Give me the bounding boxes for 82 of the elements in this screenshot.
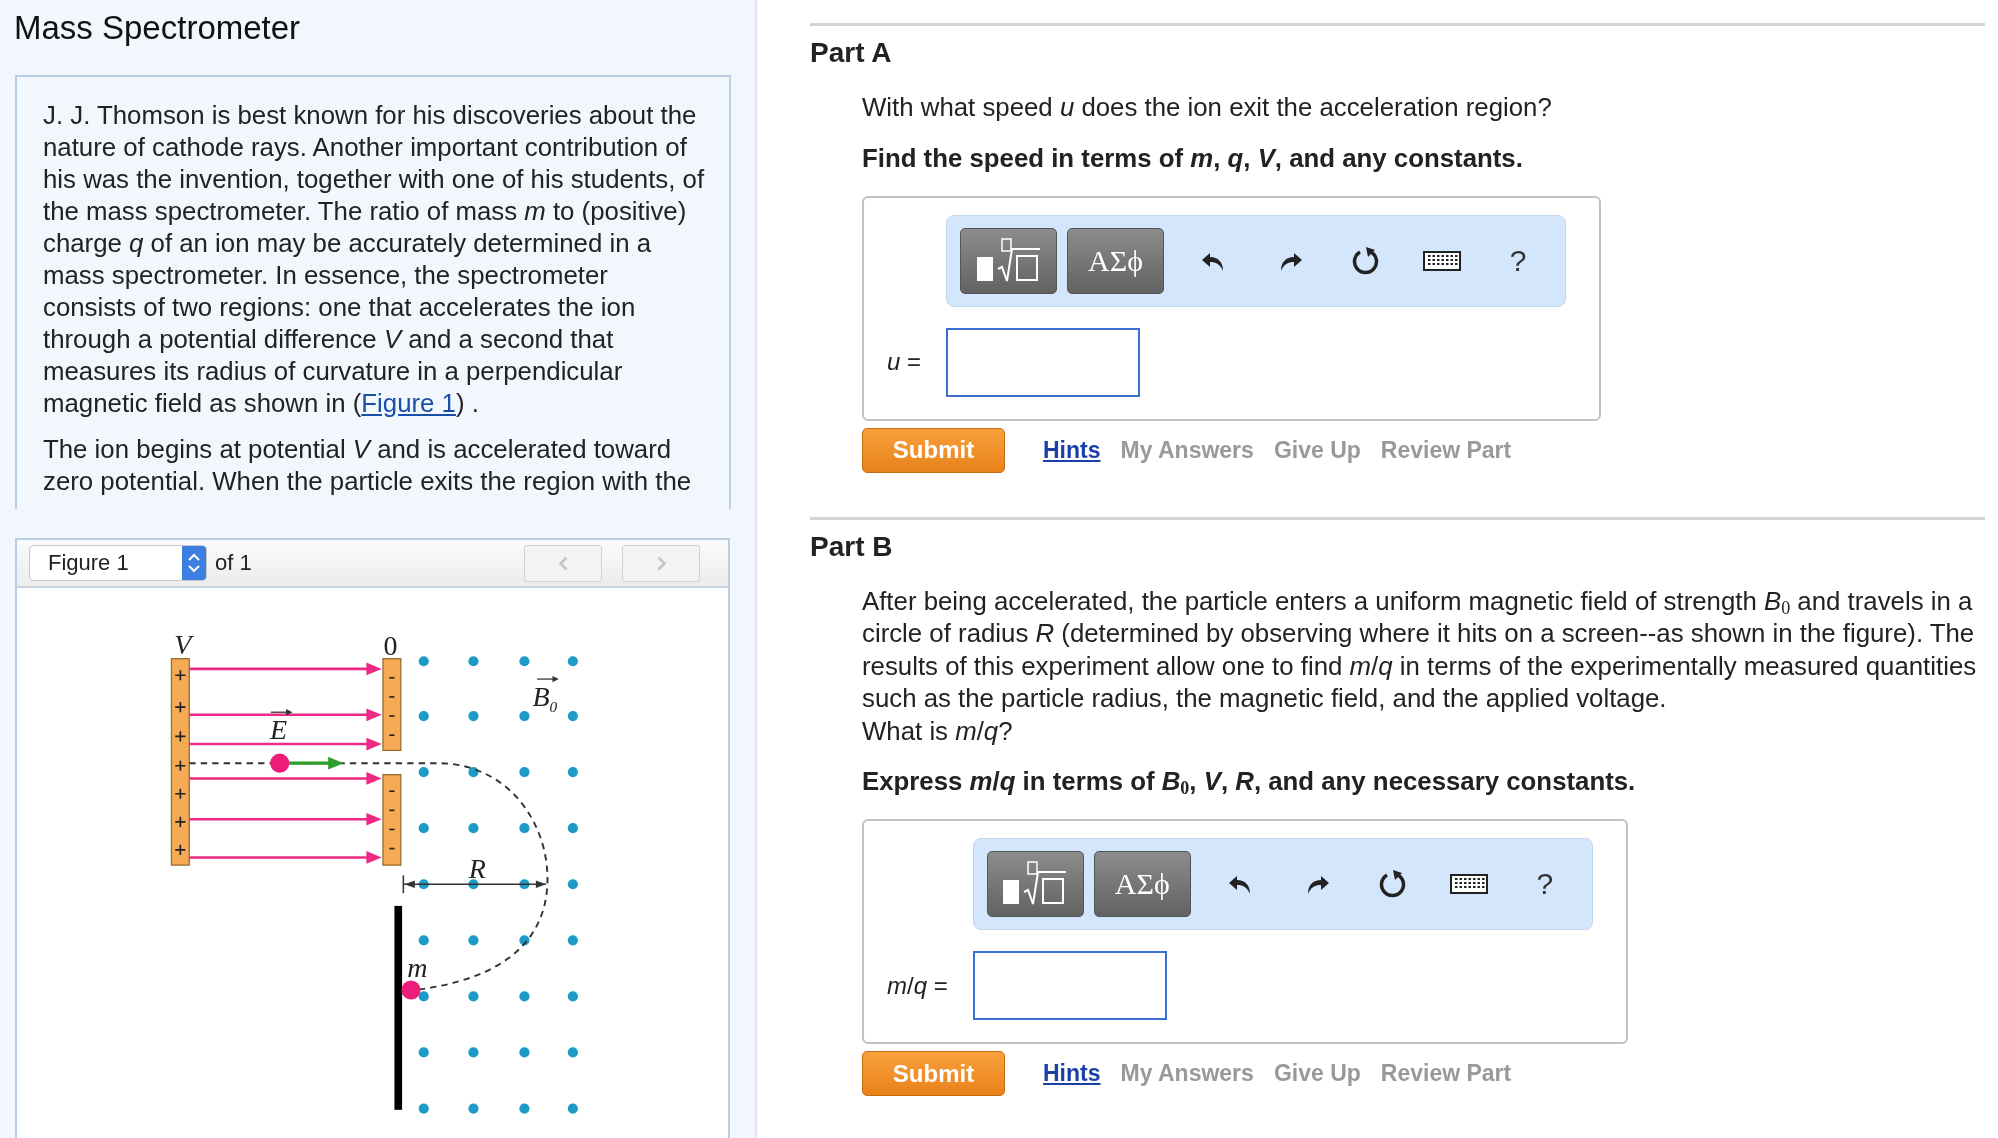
field-dot xyxy=(418,823,429,834)
field-dot xyxy=(519,1103,530,1114)
keyboard-icon[interactable] xyxy=(1449,872,1488,896)
figure-label: 0 xyxy=(383,629,398,661)
symbols-button[interactable]: ΑΣϕ xyxy=(1093,851,1191,917)
figure-label: E xyxy=(269,713,288,745)
field-dot xyxy=(567,823,578,834)
template-button[interactable] xyxy=(986,851,1084,917)
velocity-arrow xyxy=(287,756,344,770)
vector-arrow-icon xyxy=(270,709,293,716)
figure-label: R xyxy=(468,852,486,884)
part-title: Part B xyxy=(810,530,893,563)
question-text: What is m/q? xyxy=(862,715,1014,747)
field-dot xyxy=(418,656,429,667)
field-dot xyxy=(519,1047,530,1058)
field-dot xyxy=(567,656,578,667)
field-dot xyxy=(468,656,479,667)
field-dot xyxy=(418,879,429,890)
field-dot xyxy=(468,1103,479,1114)
field-dot xyxy=(418,1047,429,1058)
help-link[interactable]: ? xyxy=(1536,867,1554,901)
field-dot xyxy=(567,710,578,722)
action-link: My Answers xyxy=(1120,1060,1254,1087)
chevron-right-icon xyxy=(656,555,666,571)
field-dot xyxy=(468,991,479,1002)
field-dot xyxy=(468,767,479,778)
part-title: Part A xyxy=(810,37,892,69)
action-link: Give Up xyxy=(1273,1060,1361,1087)
field-dot xyxy=(519,823,530,834)
field-dot xyxy=(567,991,578,1002)
field-dot xyxy=(567,879,578,890)
keyboard-icon[interactable] xyxy=(1423,248,1462,273)
field-dot xyxy=(519,767,530,778)
figure-link[interactable]: Figure 1 xyxy=(361,389,456,417)
answer-field[interactable] xyxy=(972,951,1167,1020)
template-button[interactable] xyxy=(960,227,1058,294)
field-dot xyxy=(468,1047,479,1058)
field-dot xyxy=(519,991,530,1002)
vector-arrow-icon xyxy=(536,675,559,683)
action-link: Review Part xyxy=(1380,436,1512,464)
field-dot xyxy=(567,1103,578,1114)
action-link[interactable]: Hints xyxy=(1043,436,1101,464)
ion-dot xyxy=(401,980,421,1000)
ion-dot xyxy=(270,753,290,773)
field-dot xyxy=(519,879,530,890)
intro-paragraph: The ion begins at potential V and is accelerated toward zero potential. When the particle exits the region with the xyxy=(43,434,693,497)
field-dot xyxy=(567,767,578,778)
action-link: Review Part xyxy=(1380,1060,1512,1087)
chevron-left-icon xyxy=(558,555,568,571)
field-dot xyxy=(418,1103,429,1114)
field-dot xyxy=(519,710,530,722)
field-dot xyxy=(418,767,429,778)
symbols-button[interactable]: ΑΣϕ xyxy=(1067,227,1165,294)
figure-select[interactable]: Figure 1 xyxy=(29,545,207,581)
field-dot xyxy=(519,656,530,667)
figure-label: m xyxy=(407,952,428,984)
instruction-text: Find the speed in terms of m, q, V, and any constants. xyxy=(862,142,1523,174)
answer-label: m/q = xyxy=(887,971,948,1000)
field-dot xyxy=(418,991,429,1002)
intro-paragraph: J. J. Thomson is best known for his discoveries about the nature of cathode rays. Another important contribution of his was the invention, together with one of his students, of the mass spectrometer. The ratio of mass m to (positive) charge q of an ion may be accurately determined in a mass spectrometer. In essence, the spectrometer consists of two regions: one that accelerates the ion through a potential difference V and a second that measures its radius of curvature in a perpendicular magnetic field as shown in (Figure 1) . xyxy=(43,100,706,419)
page-title: Mass Spectrometer xyxy=(14,8,301,48)
field-dot xyxy=(567,1047,578,1058)
question-text: After being accelerated, the particle enters a uniform magnetic field of strength B$_{0}$ and travels in a circle of radius R (determined by observing where it hits on a screen--as shown in the figure). The results of this experiment allow one to find m/q in terms of the experimentally measured quantities such as the particle radius, the magnetic field, and the applied voltage. xyxy=(862,585,1978,714)
field-dot xyxy=(567,935,578,946)
field-dot xyxy=(519,935,530,946)
action-link: Give Up xyxy=(1273,436,1361,464)
field-dot xyxy=(468,710,479,722)
figure-label: V xyxy=(174,628,192,660)
action-link: My Answers xyxy=(1120,436,1254,464)
answer-field[interactable] xyxy=(946,327,1141,397)
figure-label: B$_{0}$ xyxy=(532,680,558,716)
field-dot xyxy=(418,935,429,946)
figure-count: of 1 xyxy=(215,550,252,576)
action-link[interactable]: Hints xyxy=(1043,1060,1101,1087)
field-dot xyxy=(418,710,429,722)
answer-label: u = xyxy=(887,348,922,376)
field-dot xyxy=(468,935,479,946)
field-dot xyxy=(468,879,479,890)
instruction-text: Express m/q in terms of B$_{0}$, V, R, and any necessary constants. xyxy=(862,766,1636,797)
field-dot xyxy=(468,823,479,834)
question-text: With what speed u does the ion exit the acceleration region? xyxy=(862,92,1553,123)
help-link[interactable]: ? xyxy=(1509,243,1527,278)
